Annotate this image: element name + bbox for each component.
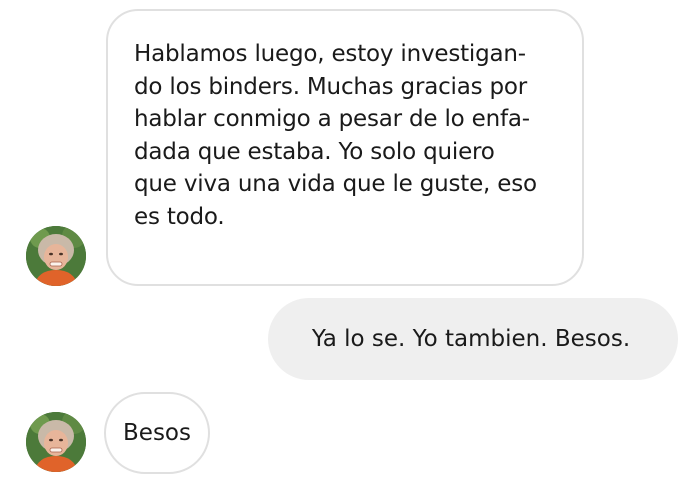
avatar-photo-icon xyxy=(26,226,86,286)
incoming-message-text: Besos xyxy=(123,420,191,446)
incoming-message-bubble[interactable]: Besos xyxy=(104,392,210,474)
contact-avatar[interactable] xyxy=(26,226,86,286)
avatar-photo-icon xyxy=(26,412,86,472)
outgoing-message-bubble[interactable]: Ya lo se. Yo tambien. Besos. xyxy=(268,298,678,380)
contact-avatar[interactable] xyxy=(26,412,86,472)
incoming-message-bubble[interactable]: Hablamos luego, estoy investigan- do los… xyxy=(106,9,584,286)
outgoing-message-text: Ya lo se. Yo tambien. Besos. xyxy=(311,326,631,352)
